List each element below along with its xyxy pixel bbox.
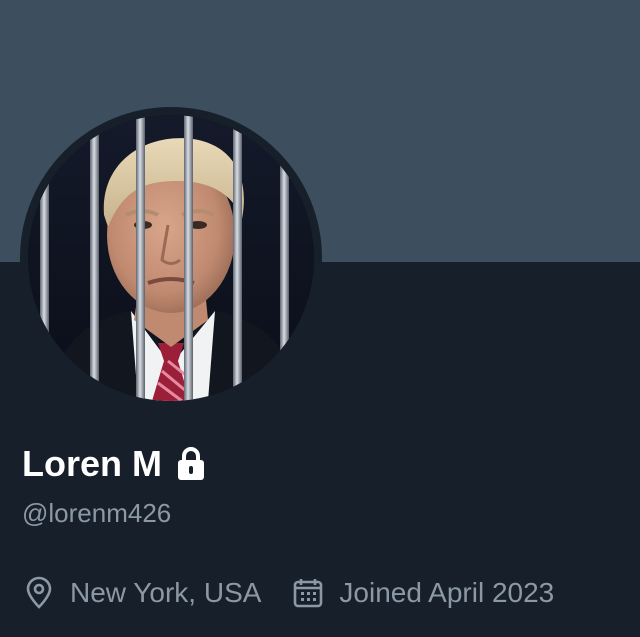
joined-date-text: Joined April 2023 [339, 577, 555, 608]
joined-item: Joined April 2023 [291, 576, 554, 610]
profile-meta: New York, USA Joined April 2023 [22, 572, 554, 614]
display-name: Loren M [22, 443, 162, 484]
name-row: Loren M [22, 440, 206, 488]
avatar-border [20, 107, 322, 409]
avatar[interactable] [28, 115, 314, 401]
profile-header: Loren M @lorenm426 New York, USA Joined … [0, 0, 640, 637]
avatar-image [28, 115, 314, 401]
calendar-icon [291, 576, 325, 610]
location-text: New York, USA [70, 577, 262, 608]
lock-icon [176, 446, 206, 482]
location-pin-icon [22, 576, 56, 610]
location-item: New York, USA [22, 576, 261, 610]
username-handle: @lorenm426 [22, 498, 172, 528]
